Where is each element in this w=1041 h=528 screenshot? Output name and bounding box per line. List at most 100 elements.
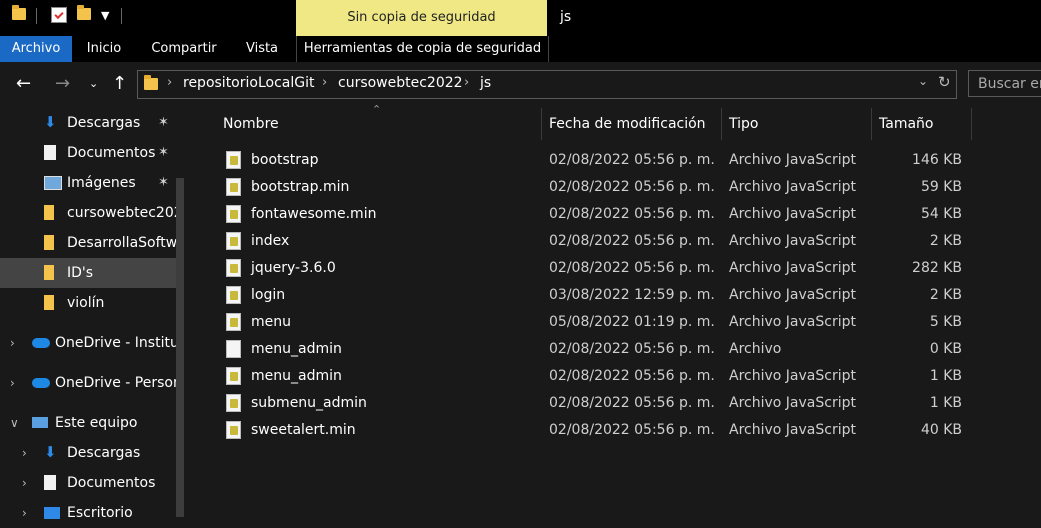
file-row[interactable]: login 03/08/2022 12:59 p. m. Archivo JavaS… (216, 282, 972, 309)
contextual-banner: Sin copia de seguridad (296, 0, 547, 36)
chevron-right-icon[interactable]: › (22, 438, 27, 468)
up-arrow-icon[interactable]: ↑ (112, 72, 127, 96)
nav-item-label: Descargas (67, 445, 141, 461)
file-type: Archivo JavaScript (729, 287, 856, 303)
javascript-file-icon (226, 367, 241, 385)
tab-vista[interactable]: Vista (240, 36, 284, 62)
javascript-file-icon (226, 421, 241, 439)
file-row[interactable]: bootstrap.min 02/08/2022 05:56 p. m. Archi… (216, 174, 972, 201)
nav-item[interactable]: ⬇ Descargas ✶ (0, 108, 176, 138)
desktop-icon (44, 507, 60, 519)
refresh-icon[interactable]: ↻ (938, 73, 951, 91)
file-date: 02/08/2022 05:56 p. m. (549, 206, 715, 222)
nav-item[interactable]: › OneDrive - Institut (0, 328, 176, 358)
file-date: 02/08/2022 05:56 p. m. (549, 152, 715, 168)
chevron-down-icon[interactable]: ⌄ (918, 74, 928, 88)
file-type: Archivo JavaScript (729, 395, 856, 411)
file-type: Archivo JavaScript (729, 260, 856, 276)
nav-item[interactable]: Documentos ✶ (0, 138, 176, 168)
file-type: Archivo JavaScript (729, 422, 856, 438)
file-size: 146 KB (912, 152, 962, 168)
file-name: bootstrap.min (251, 179, 350, 195)
document-icon (44, 145, 56, 160)
breadcrumb-item[interactable]: cursowebtec2022 (338, 75, 463, 91)
breadcrumb-item[interactable]: js (480, 75, 491, 91)
file-name: login (251, 287, 286, 303)
nav-item[interactable]: cursowebtec2022 (0, 198, 176, 228)
computer-icon (32, 417, 48, 428)
image-icon (44, 176, 62, 190)
file-row[interactable]: sweetalert.min 02/08/2022 05:56 p. m. Arch… (216, 417, 972, 444)
column-header-nombre[interactable]: Nombre (223, 108, 279, 140)
tab-herramientas-copia[interactable]: Herramientas de copia de seguridad (296, 36, 549, 62)
file-name: sweetalert.min (251, 422, 356, 438)
chevron-down-icon[interactable]: ∨ (10, 408, 19, 438)
column-header-tamano[interactable]: Tamaño (879, 108, 933, 140)
folder-icon (44, 205, 54, 220)
nav-item[interactable]: ∨ Este equipo (0, 408, 176, 438)
nav-item[interactable]: violín (0, 288, 176, 318)
customize-quick-access-icon[interactable]: ▼ (101, 9, 109, 22)
column-divider[interactable] (721, 108, 722, 140)
nav-item[interactable]: › Escritorio (0, 498, 176, 528)
recent-locations-icon[interactable]: ⌄ (89, 72, 98, 96)
javascript-file-icon (226, 205, 241, 223)
file-type: Archivo JavaScript (729, 152, 856, 168)
tab-archivo[interactable]: Archivo (0, 36, 72, 62)
column-divider[interactable] (541, 108, 542, 140)
file-row[interactable]: menu_admin 02/08/2022 05:56 p. m. Archivo … (216, 363, 972, 390)
file-size: 54 KB (920, 206, 962, 222)
column-divider[interactable] (871, 108, 872, 140)
back-arrow-icon[interactable]: ← (16, 72, 31, 96)
chevron-right-icon[interactable]: › (322, 75, 327, 90)
divider (121, 8, 122, 24)
nav-item-label: Descargas (67, 115, 141, 131)
file-name: fontawesome.min (251, 206, 377, 222)
chevron-right-icon[interactable]: › (464, 75, 469, 90)
breadcrumb-item[interactable]: repositorioLocalGit (183, 75, 314, 91)
file-icon (226, 340, 241, 358)
file-name: menu_admin (251, 368, 342, 384)
file-row[interactable]: menu 05/08/2022 01:19 p. m. Archivo JavaSc… (216, 309, 972, 336)
properties-icon[interactable] (51, 7, 67, 23)
nav-item[interactable]: DesarrollaSoftwa (0, 228, 176, 258)
column-divider[interactable] (971, 108, 972, 140)
file-row[interactable]: bootstrap 02/08/2022 05:56 p. m. Archivo J… (216, 147, 972, 174)
folder-icon (12, 5, 26, 20)
nav-item[interactable]: › ⬇ Descargas (0, 438, 176, 468)
file-row[interactable]: jquery-3.6.0 02/08/2022 05:56 p. m. Archiv… (216, 255, 972, 282)
file-row[interactable]: submenu_admin 02/08/2022 05:56 p. m. Archi… (216, 390, 972, 417)
file-date: 03/08/2022 12:59 p. m. (549, 287, 715, 303)
nav-item-label: Escritorio (67, 505, 133, 521)
chevron-right-icon[interactable]: › (10, 368, 15, 398)
folder-icon (44, 295, 54, 310)
file-row[interactable]: index 02/08/2022 05:56 p. m. Archivo JavaS… (216, 228, 972, 255)
tab-compartir[interactable]: Compartir (148, 36, 220, 62)
file-row[interactable]: menu_admin 02/08/2022 05:56 p. m. Archivo 0… (216, 336, 972, 363)
chevron-right-icon[interactable]: › (167, 75, 172, 90)
new-folder-icon[interactable] (77, 5, 91, 20)
file-date: 02/08/2022 05:56 p. m. (549, 422, 715, 438)
chevron-right-icon[interactable]: › (22, 498, 27, 528)
file-row[interactable]: fontawesome.min 02/08/2022 05:56 p. m. Arc… (216, 201, 972, 228)
file-size: 2 KB (929, 233, 962, 249)
column-header-tipo[interactable]: Tipo (729, 108, 758, 140)
chevron-right-icon[interactable]: › (10, 328, 15, 358)
nav-scrollbar[interactable] (176, 178, 184, 517)
nav-item[interactable]: › Documentos (0, 468, 176, 498)
pin-icon: ✶ (158, 145, 169, 160)
javascript-file-icon (226, 394, 241, 412)
tab-inicio[interactable]: Inicio (82, 36, 126, 62)
chevron-right-icon[interactable]: › (22, 468, 27, 498)
nav-item[interactable]: ID's (0, 258, 176, 288)
file-size: 282 KB (912, 260, 962, 276)
forward-arrow-icon[interactable]: → (55, 72, 70, 96)
nav-item[interactable]: › OneDrive - Person (0, 368, 176, 398)
file-date: 02/08/2022 05:56 p. m. (549, 233, 715, 249)
search-input[interactable]: Buscar en (968, 70, 1041, 97)
column-header-fecha[interactable]: Fecha de modificación (549, 108, 706, 140)
nav-item[interactable]: Imágenes ✶ (0, 168, 176, 198)
cloud-icon (32, 378, 50, 388)
file-size: 0 KB (929, 341, 962, 357)
file-date: 02/08/2022 05:56 p. m. (549, 368, 715, 384)
